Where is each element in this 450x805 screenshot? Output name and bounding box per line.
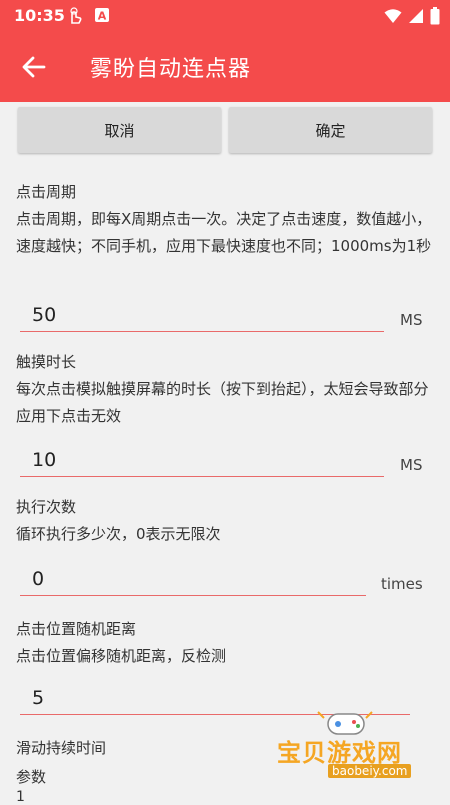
click-period-field[interactable] (20, 291, 384, 332)
repeat-count-title: 执行次数 (16, 498, 77, 516)
swipe-param-label: 参数 (16, 768, 47, 786)
click-period-title: 点击周期 (16, 183, 77, 201)
touch-duration-description: 每次点击模拟触摸屏幕的时长（按下到抬起），太短会导致部分应用下点击无效 (16, 380, 429, 425)
svg-text:A: A (98, 10, 107, 23)
signal-icon (408, 8, 424, 28)
repeat-count-input[interactable] (32, 568, 332, 590)
click-period-unit: MS (400, 311, 423, 329)
status-time: 10:35 (14, 6, 65, 25)
repeat-count-description: 循环执行多少次，0表示无限次 (16, 525, 221, 543)
repeat-count-field[interactable] (20, 555, 366, 596)
back-button[interactable] (20, 53, 48, 81)
arrow-left-icon (22, 56, 46, 78)
confirm-button[interactable]: 确定 (229, 107, 432, 153)
status-bar: 10:35 A (0, 0, 450, 32)
wifi-icon (384, 8, 402, 28)
random-offset-description: 点击位置偏移随机距离，反检测 (16, 647, 227, 665)
app-bar: 雾盼自动连点器 (0, 32, 450, 102)
touch-gesture-icon (66, 7, 84, 29)
random-offset-title: 点击位置随机距离 (16, 620, 137, 638)
battery-icon (430, 7, 440, 29)
touch-duration-title: 触摸时长 (16, 353, 77, 371)
watermark-url: baobeiy.com (328, 764, 412, 778)
touch-duration-unit: MS (400, 456, 423, 474)
watermark-text: 宝贝游戏网 (277, 739, 402, 767)
click-period-input[interactable] (32, 304, 332, 326)
click-period-description: 点击周期，即每X周期点击一次。决定了点击速度，数值越小，速度越快；不同手机，应用… (16, 210, 432, 255)
page-title: 雾盼自动连点器 (90, 57, 252, 82)
touch-duration-input[interactable] (32, 449, 332, 471)
action-buttons: 取消 确定 (18, 107, 432, 153)
repeat-count-unit: times (381, 575, 423, 593)
touch-duration-field[interactable] (20, 436, 384, 477)
swipe-param-value: 1 (16, 789, 25, 805)
swipe-duration-title: 滑动持续时间 (16, 739, 107, 757)
a-box-icon: A (94, 7, 110, 27)
cancel-button[interactable]: 取消 (18, 107, 221, 153)
random-offset-input[interactable] (32, 687, 332, 709)
